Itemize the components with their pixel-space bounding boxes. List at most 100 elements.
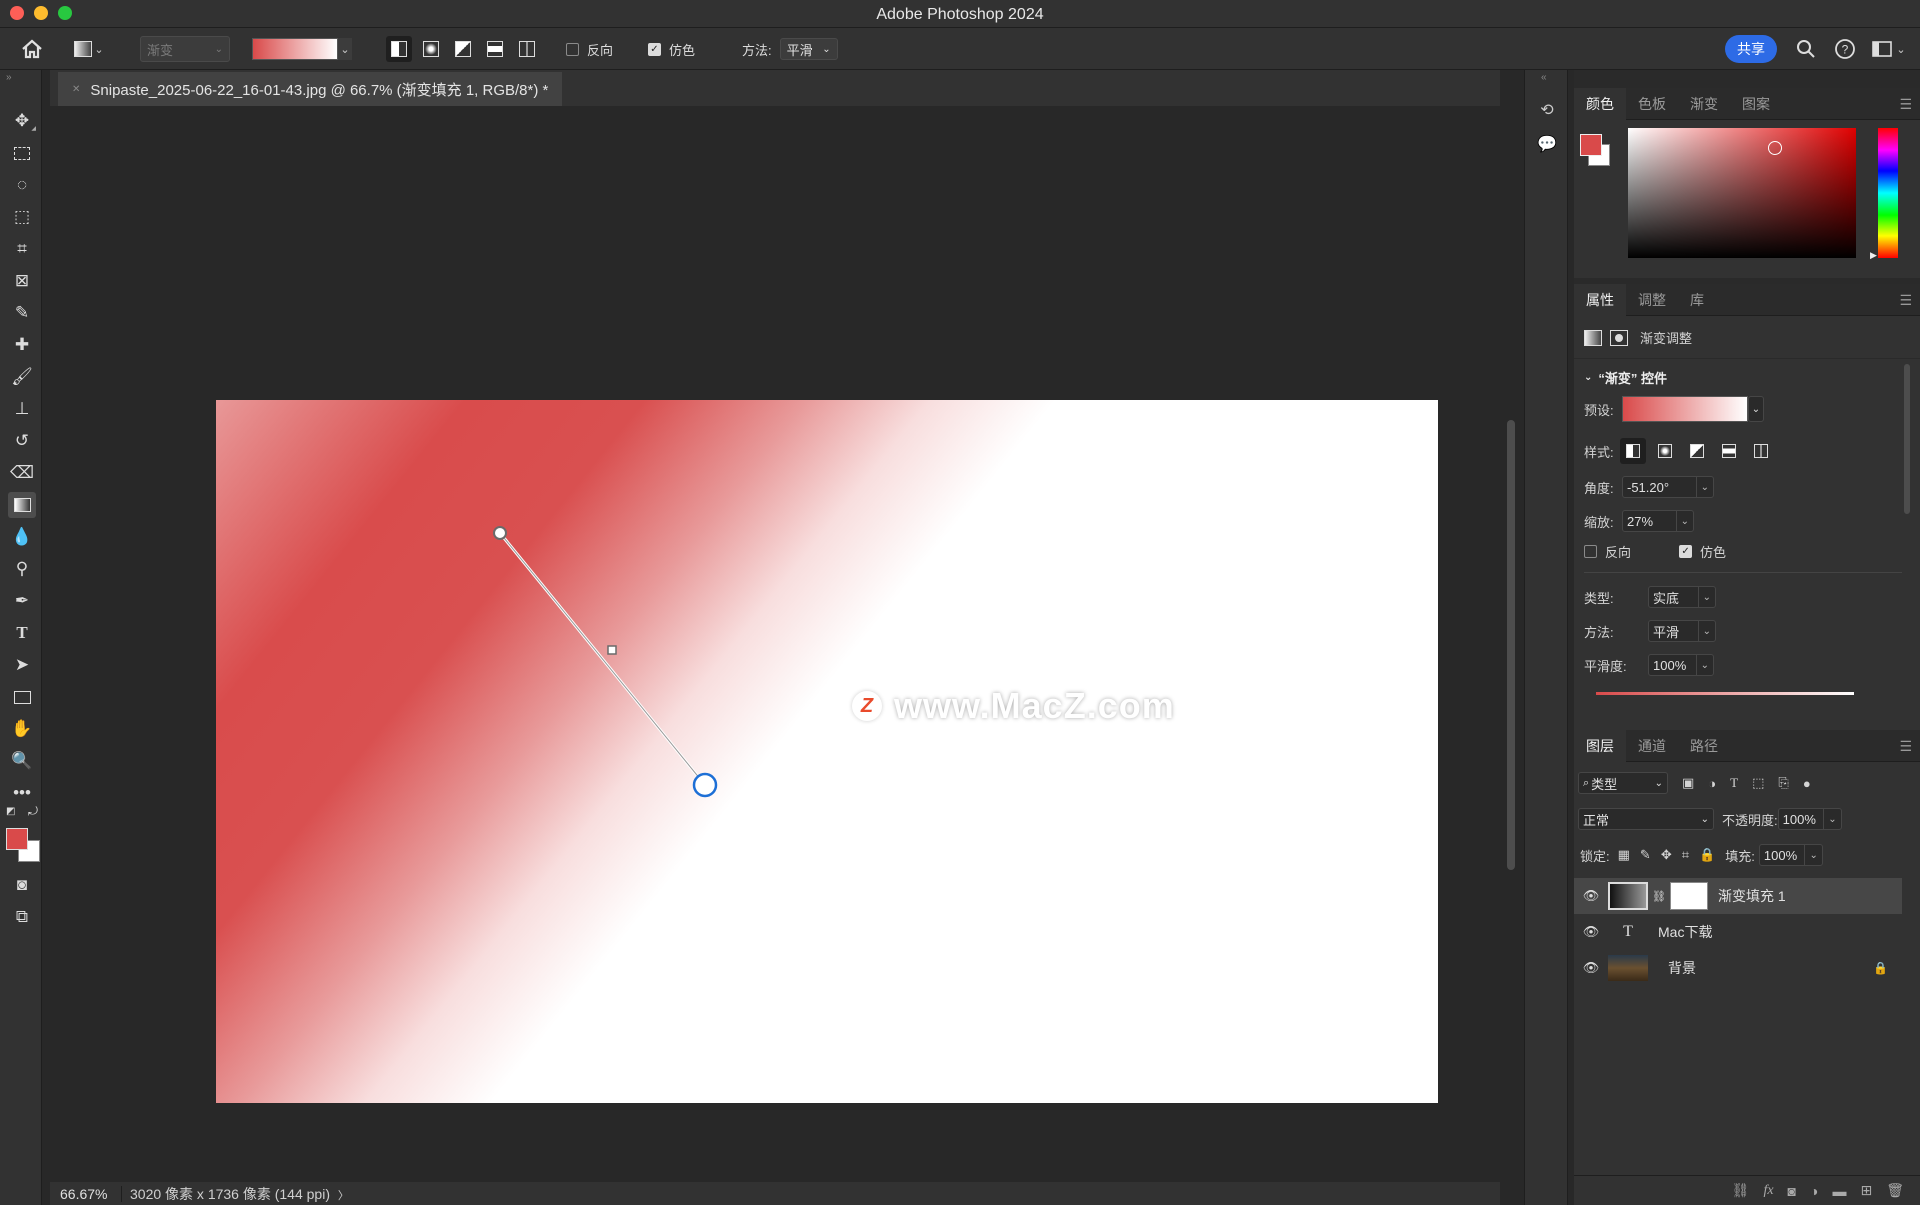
reflected-gradient-button[interactable]	[482, 36, 508, 62]
clone-stamp-tool[interactable]: ⊥	[8, 396, 36, 422]
panel-linear-style-button[interactable]	[1620, 438, 1646, 464]
layers-scrollbar[interactable]	[1904, 878, 1914, 986]
layer-filter-dropdown[interactable]: ⌕ 类型 ⌄	[1578, 772, 1668, 794]
hue-slider[interactable]	[1878, 128, 1898, 258]
lock-all-icon[interactable]: 🔒	[1699, 847, 1715, 863]
more-tools[interactable]: •••	[8, 780, 36, 806]
panel-radial-style-button[interactable]	[1652, 438, 1678, 464]
workspace-switcher[interactable]: ⌄	[1872, 36, 1908, 62]
share-button[interactable]: 共享	[1725, 35, 1777, 63]
tab-gradients[interactable]: 渐变	[1678, 88, 1730, 120]
history-brush-tool[interactable]: ↺	[8, 428, 36, 454]
panel-dither-checkbox[interactable]: ✓	[1679, 545, 1693, 558]
hand-tool[interactable]: ✋	[8, 716, 36, 742]
color-picker-handle[interactable]	[1768, 141, 1782, 155]
vertical-scrollbar[interactable]	[1507, 420, 1515, 870]
tab-paths[interactable]: 路径	[1678, 730, 1730, 762]
eye-icon[interactable]: 👁	[1574, 960, 1608, 976]
properties-scrollbar[interactable]	[1904, 364, 1910, 514]
zoom-tool[interactable]: 🔍	[8, 748, 36, 774]
gradient-tool[interactable]	[8, 492, 36, 518]
tab-color[interactable]: 颜色	[1574, 87, 1626, 120]
home-button[interactable]	[20, 36, 44, 62]
zoom-level[interactable]: 66.67%	[50, 1185, 122, 1202]
screen-mode-button[interactable]: ⧉	[8, 904, 36, 930]
dodge-tool[interactable]: ⚲	[8, 556, 36, 582]
new-group-icon[interactable]: ▬	[1832, 1183, 1846, 1199]
panel-diamond-style-button[interactable]	[1748, 438, 1774, 464]
gradient-control-overlay[interactable]	[216, 400, 1438, 1103]
pixel-filter-icon[interactable]: ▣	[1682, 775, 1694, 791]
method-dropdown[interactable]: 平滑 ⌄	[779, 38, 838, 60]
dither-check-box[interactable]: ✓	[648, 42, 661, 56]
smart-object-filter-icon[interactable]: ⎘	[1778, 775, 1788, 791]
foreground-color-swatch[interactable]	[6, 828, 28, 850]
tab-swatches[interactable]: 色板	[1626, 88, 1678, 120]
gradient-midpoint-handle[interactable]	[607, 645, 617, 655]
lock-artboard-icon[interactable]: ⌗	[1682, 847, 1689, 863]
panel-foreground-swatch[interactable]	[1580, 134, 1602, 156]
gradient-start-handle[interactable]	[493, 526, 507, 540]
panel-angle-style-button[interactable]	[1684, 438, 1710, 464]
document-info[interactable]: 3020 像素 x 1736 像素 (144 ppi) 〉	[122, 1184, 349, 1204]
gradient-swatch[interactable]	[252, 38, 338, 60]
help-button[interactable]: ?	[1834, 36, 1856, 62]
tab-properties[interactable]: 属性	[1574, 283, 1626, 316]
preset-dropdown-button[interactable]: ⌄	[1748, 396, 1764, 422]
angle-input[interactable]: -51.20° ⌄	[1622, 476, 1714, 498]
link-layers-icon[interactable]: ⛓	[1732, 1182, 1750, 1199]
reverse-check-box[interactable]	[566, 42, 579, 56]
dither-checkbox[interactable]: ✓ 仿色	[648, 36, 695, 62]
move-tool[interactable]: ✥ ◢	[8, 108, 36, 134]
eye-icon[interactable]: 👁	[1574, 924, 1608, 940]
angle-gradient-button[interactable]	[450, 36, 476, 62]
fill-input[interactable]: 100% ⌄	[1758, 844, 1823, 866]
swap-colors-icon[interactable]: ⤾	[28, 804, 38, 819]
trash-icon[interactable]: 🗑	[1886, 1182, 1904, 1199]
linear-gradient-button[interactable]	[386, 36, 412, 62]
smoothness-input[interactable]: 100% ⌄	[1648, 654, 1714, 676]
default-colors-icon[interactable]: ◩	[6, 806, 15, 817]
adjustment-filter-icon[interactable]: ◑	[1708, 776, 1716, 791]
layer-row-text[interactable]: 👁 T Mac下载	[1574, 914, 1902, 950]
panel-menu-icon[interactable]: ☰	[1899, 738, 1912, 755]
panel-menu-icon[interactable]: ☰	[1899, 292, 1912, 309]
tab-patterns[interactable]: 图案	[1730, 88, 1782, 120]
filter-toggle-icon[interactable]: ●	[1803, 776, 1811, 791]
diamond-gradient-button[interactable]	[514, 36, 540, 62]
tab-channels[interactable]: 通道	[1626, 730, 1678, 762]
gradient-editor-picker[interactable]: ⌄	[252, 36, 352, 62]
brush-tool[interactable]: 🖌	[8, 364, 36, 390]
document-tab[interactable]: ✕ Snipaste_2025-06-22_16-01-43.jpg @ 66.…	[58, 72, 563, 106]
hue-slider-handle[interactable]: ▶	[1870, 250, 1877, 261]
type-tool[interactable]: T	[8, 620, 36, 646]
gradient-controls-section[interactable]: ⌄ “渐变” 控件	[1584, 368, 1667, 387]
panel-menu-icon[interactable]: ☰	[1899, 96, 1912, 113]
fx-icon[interactable]: fx	[1763, 1183, 1773, 1199]
radial-gradient-button[interactable]	[418, 36, 444, 62]
quick-mask-button[interactable]: ◙	[8, 872, 36, 898]
panel-reflected-style-button[interactable]	[1716, 438, 1742, 464]
layer-row-gradient-fill[interactable]: 👁 ⛓ 渐变填充 1	[1574, 878, 1902, 914]
layer-row-background[interactable]: 👁 背景 🔒	[1574, 950, 1902, 986]
type-dropdown[interactable]: 实底 ⌄	[1648, 586, 1716, 608]
tab-adjustments[interactable]: 调整	[1626, 284, 1678, 316]
comments-panel-button[interactable]: 💬	[1537, 134, 1557, 154]
gradient-preview-strip[interactable]	[1596, 692, 1854, 695]
pen-tool[interactable]: ✒	[8, 588, 36, 614]
object-selection-tool[interactable]: ⬚	[8, 204, 36, 230]
tab-libraries[interactable]: 库	[1678, 284, 1716, 316]
shape-filter-icon[interactable]: ⬚	[1752, 775, 1764, 791]
opacity-input[interactable]: 100% ⌄	[1777, 808, 1842, 830]
healing-brush-tool[interactable]: ✚	[8, 332, 36, 358]
blur-tool[interactable]: 💧	[8, 524, 36, 550]
lasso-tool[interactable]: ◌	[8, 172, 36, 198]
history-panel-button[interactable]: ⟲	[1537, 100, 1557, 120]
new-adjustment-layer-icon[interactable]: ◑	[1810, 1183, 1818, 1199]
panel-grip[interactable]	[1724, 72, 1764, 75]
collapse-toolbar-icon[interactable]: »	[6, 72, 12, 83]
canvas-workspace[interactable]: Z www.MacZ.com	[50, 106, 1500, 1182]
new-layer-icon[interactable]: ⊞	[1860, 1182, 1872, 1199]
panel-method-dropdown[interactable]: 平滑 ⌄	[1648, 620, 1716, 642]
marquee-tool[interactable]	[8, 140, 36, 166]
